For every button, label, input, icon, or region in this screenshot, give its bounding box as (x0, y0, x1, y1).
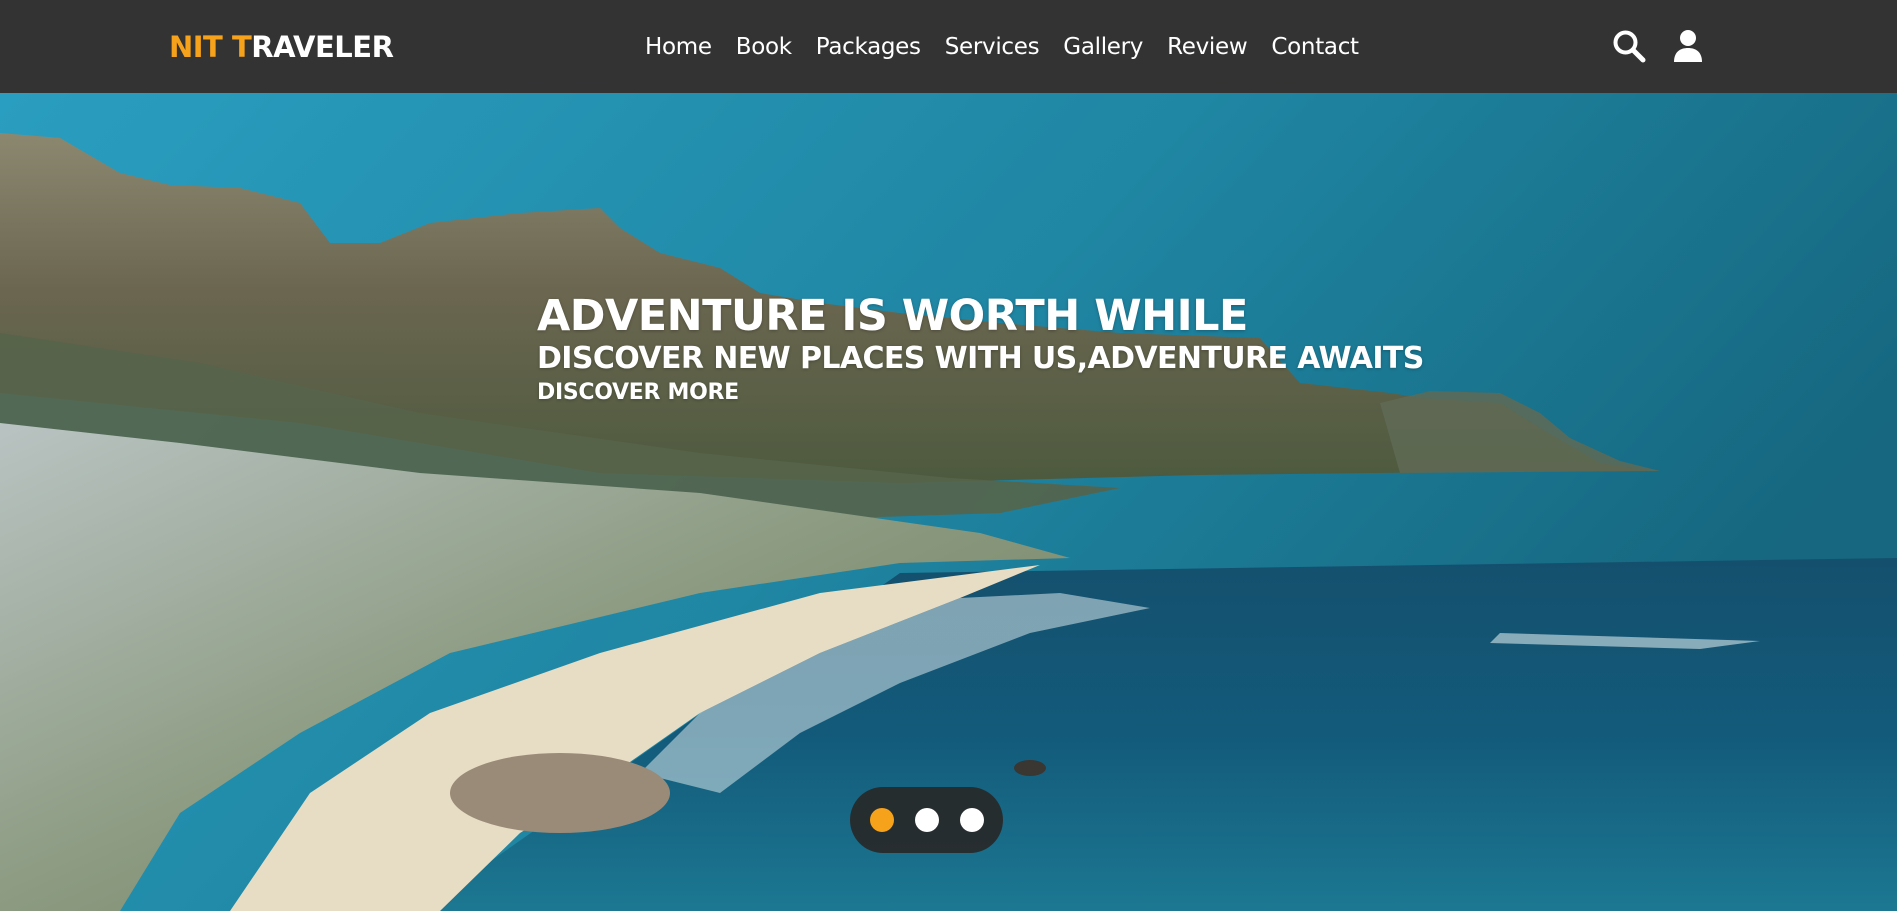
nav-item-packages[interactable]: Packages (816, 28, 921, 66)
brand-logo-accent: NIT T (169, 30, 252, 64)
site-header: NIT TRAVELER Home Book Packages Services… (0, 0, 1897, 93)
slider-dot-1[interactable] (869, 808, 894, 832)
user-icon[interactable] (1670, 28, 1706, 64)
hero-title: ADVENTURE IS WORTH WHILE (537, 291, 1248, 341)
discover-more-link[interactable]: DISCOVER MORE (537, 378, 739, 408)
search-icon[interactable] (1611, 28, 1647, 64)
nav-item-gallery[interactable]: Gallery (1063, 28, 1143, 66)
brand-logo[interactable]: NIT TRAVELER (169, 27, 394, 67)
nav-item-home[interactable]: Home (645, 28, 712, 66)
main-nav: Home Book Packages Services Gallery Revi… (645, 28, 1359, 66)
nav-item-contact[interactable]: Contact (1271, 28, 1359, 66)
slider-dot-2[interactable] (914, 808, 939, 832)
slider-controls (850, 787, 1003, 853)
slider-dot-3[interactable] (959, 808, 984, 832)
brand-logo-rest: RAVELER (251, 30, 394, 64)
nav-item-services[interactable]: Services (945, 28, 1040, 66)
nav-item-review[interactable]: Review (1167, 28, 1248, 66)
hero-banner: ADVENTURE IS WORTH WHILE DISCOVER NEW PL… (0, 93, 1897, 911)
nav-item-book[interactable]: Book (736, 28, 792, 66)
hero-content: ADVENTURE IS WORTH WHILE DISCOVER NEW PL… (537, 290, 1424, 408)
hero-subtitle: DISCOVER NEW PLACES WITH US,ADVENTURE AW… (537, 341, 1424, 376)
